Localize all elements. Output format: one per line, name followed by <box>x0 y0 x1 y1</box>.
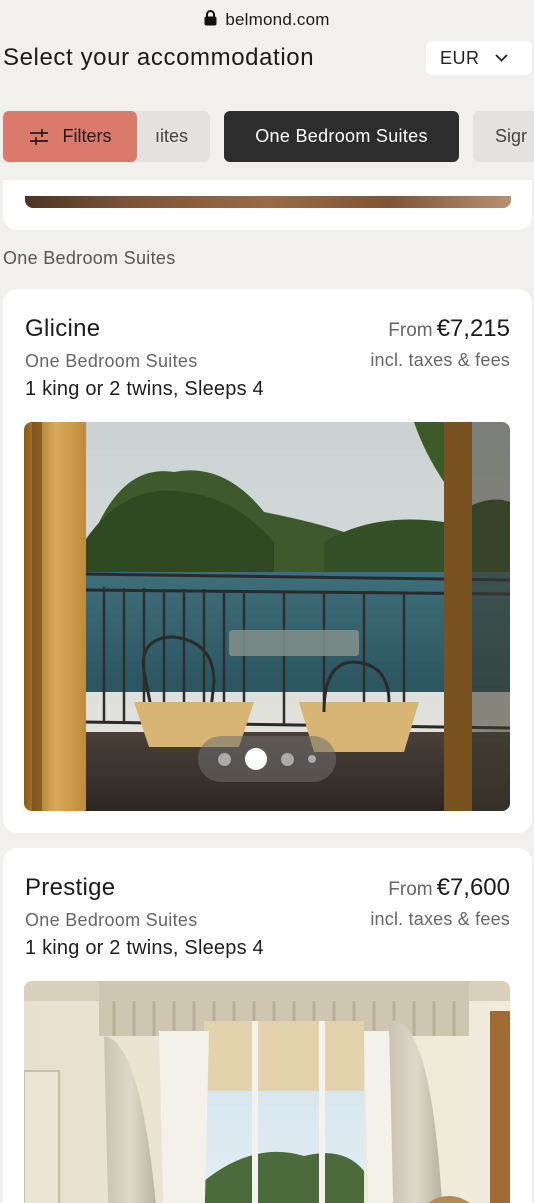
chevron-down-icon <box>495 54 508 62</box>
room-card[interactable]: Prestige From €7,600 One Bedroom Suites i… <box>3 848 532 1203</box>
carousel-dot-active[interactable] <box>245 748 267 770</box>
sliders-icon <box>29 128 48 145</box>
carousel-dot[interactable] <box>218 752 231 766</box>
room-price: From €7,600 <box>388 874 510 902</box>
room-category: One Bedroom Suites <box>25 910 198 930</box>
carousel-dot[interactable] <box>308 755 316 763</box>
filters-button[interactable]: Filters <box>3 111 137 162</box>
carousel-pagination[interactable] <box>198 736 336 782</box>
price-amount: €7,600 <box>436 874 510 901</box>
page-header: Select your accommodation EUR <box>0 40 534 80</box>
price-taxes-note: incl. taxes & fees <box>370 909 510 929</box>
chip-next-label: Sigr <box>495 126 528 146</box>
room-category: One Bedroom Suites <box>25 351 198 371</box>
previous-room-photo <box>25 196 511 208</box>
room-name: Glicine <box>25 315 101 342</box>
room-photo-carousel[interactable] <box>24 981 510 1203</box>
room-price: From €7,215 <box>388 315 510 343</box>
price-prefix: From <box>388 879 433 900</box>
section-heading: One Bedroom Suites <box>3 248 176 268</box>
price-amount: €7,215 <box>436 315 510 342</box>
page-title: Select your accommodation <box>3 44 315 71</box>
previous-room-card <box>3 180 532 230</box>
price-prefix: From <box>388 320 433 341</box>
currency-select[interactable]: EUR <box>426 41 532 75</box>
room-name: Prestige <box>25 874 116 901</box>
room-card[interactable]: Glicine From €7,215 One Bedroom Suites in… <box>3 289 532 833</box>
room-beds: 1 king or 2 twins, Sleeps 4 <box>25 378 264 400</box>
chip-one-bedroom-suites[interactable]: One Bedroom Suites <box>224 111 459 162</box>
url-text: belmond.com <box>225 10 330 29</box>
room-photo-carousel[interactable] <box>24 422 510 811</box>
lock-icon <box>204 9 217 31</box>
currency-value: EUR <box>440 47 480 68</box>
carousel-dot[interactable] <box>281 752 294 766</box>
price-taxes-note: incl. taxes & fees <box>370 350 510 370</box>
chip-previous-label: ıites <box>154 126 188 146</box>
category-filter-bar: ıites Filters One Bedroom Suites Sigr <box>0 111 534 163</box>
chip-next-category[interactable]: Sigr <box>473 111 534 162</box>
room-photo <box>24 981 510 1203</box>
chip-active-label: One Bedroom Suites <box>255 126 428 146</box>
room-beds: 1 king or 2 twins, Sleeps 4 <box>25 937 264 959</box>
address-bar[interactable]: belmond.com <box>0 0 534 40</box>
filters-label: Filters <box>62 126 112 146</box>
